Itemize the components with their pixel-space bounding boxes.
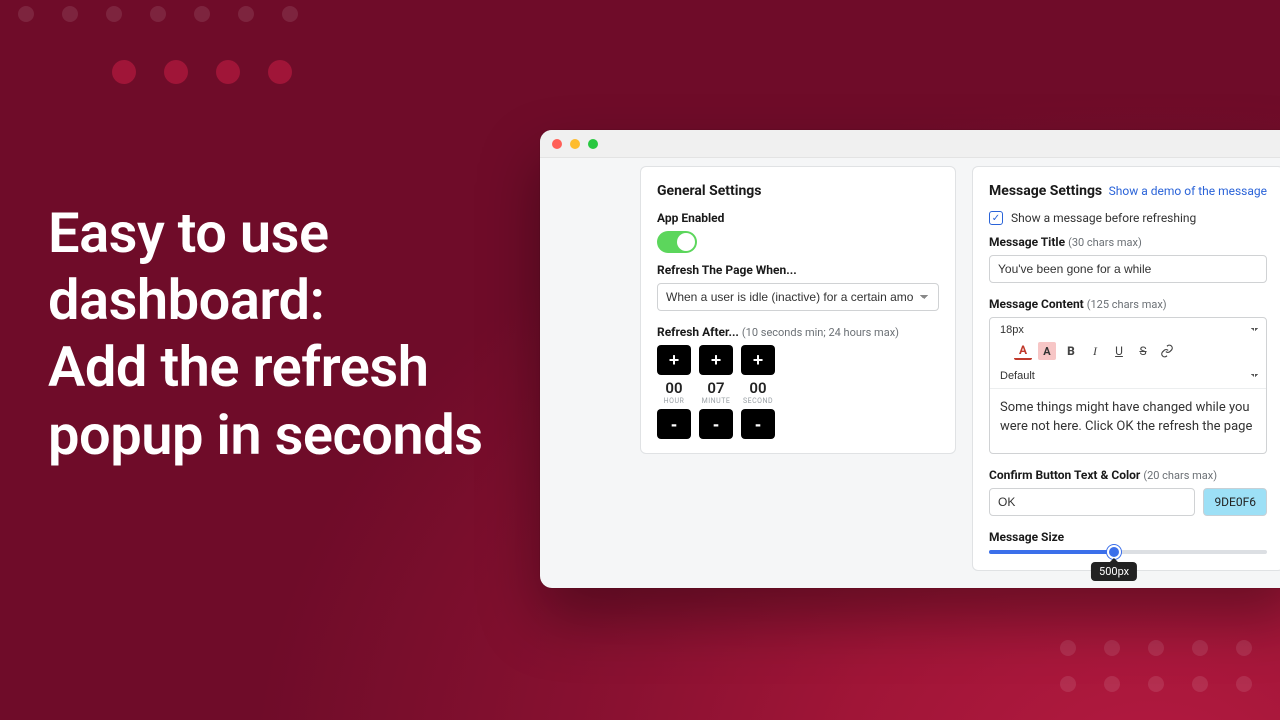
font-size-select[interactable]: 18px bbox=[998, 322, 1258, 338]
refresh-when-select[interactable]: When a user is idle (inactive) for a cer… bbox=[657, 283, 939, 311]
message-content-textarea[interactable]: Some things might have changed while you… bbox=[990, 389, 1266, 453]
second-plus-button[interactable]: + bbox=[741, 345, 775, 375]
app-enabled-toggle[interactable] bbox=[657, 231, 697, 253]
refresh-after-hint: (10 seconds min; 24 hours max) bbox=[742, 326, 899, 339]
second-minus-button[interactable]: - bbox=[741, 409, 775, 439]
time-stepper: + 00 HOUR - + 07 MINUTE - + 00 SECON bbox=[657, 345, 939, 439]
minute-minus-button[interactable]: - bbox=[699, 409, 733, 439]
hour-plus-button[interactable]: + bbox=[657, 345, 691, 375]
show-demo-link[interactable]: Show a demo of the message bbox=[1109, 184, 1267, 198]
minute-plus-button[interactable]: + bbox=[699, 345, 733, 375]
message-title-input[interactable] bbox=[989, 255, 1267, 283]
second-value: 00 bbox=[741, 379, 775, 397]
window-titlebar bbox=[540, 130, 1280, 158]
highlight-color-button[interactable]: A bbox=[1038, 342, 1056, 360]
slider-tooltip: 500px bbox=[1091, 562, 1137, 581]
confirm-text-input[interactable] bbox=[989, 488, 1195, 516]
message-content-label: Message Content (125 chars max) bbox=[989, 297, 1267, 311]
link-button[interactable] bbox=[1158, 342, 1176, 360]
marketing-stage: Easy to use dashboard: Add the refresh p… bbox=[0, 0, 1280, 720]
hour-value: 00 bbox=[657, 379, 691, 397]
editor-toolbar: 18px A A B I U S Default bbox=[990, 318, 1266, 389]
message-size-label: Message Size bbox=[989, 530, 1267, 544]
confirm-button-label: Confirm Button Text & Color (20 chars ma… bbox=[989, 468, 1267, 482]
italic-button[interactable]: I bbox=[1086, 342, 1104, 360]
hour-unit-label: HOUR bbox=[657, 397, 691, 405]
window-zoom-icon[interactable] bbox=[588, 139, 598, 149]
rich-text-editor: 18px A A B I U S Default Som bbox=[989, 317, 1267, 454]
dashboard-content: General Settings App Enabled Refresh The… bbox=[640, 166, 1280, 588]
refresh-when-label: Refresh The Page When... bbox=[657, 263, 939, 277]
check-icon: ✓ bbox=[989, 211, 1003, 225]
message-settings-title: Message Settings bbox=[989, 183, 1102, 199]
window-close-icon[interactable] bbox=[552, 139, 562, 149]
dots-top-left bbox=[18, 6, 298, 42]
show-before-refresh-label: Show a message before refreshing bbox=[1011, 211, 1196, 225]
bold-button[interactable]: B bbox=[1062, 342, 1080, 360]
confirm-color-picker[interactable]: 9DE0F6 bbox=[1203, 488, 1267, 516]
dots-big bbox=[112, 60, 292, 104]
show-before-refresh-checkbox[interactable]: ✓ Show a message before refreshing bbox=[989, 211, 1267, 225]
minute-unit-label: MINUTE bbox=[699, 397, 733, 405]
app-enabled-label: App Enabled bbox=[657, 211, 939, 225]
strikethrough-button[interactable]: S bbox=[1134, 342, 1152, 360]
message-title-label: Message Title (30 chars max) bbox=[989, 235, 1267, 249]
message-size-slider[interactable]: 500px bbox=[989, 550, 1267, 554]
minute-value: 07 bbox=[699, 379, 733, 397]
font-family-select[interactable]: Default bbox=[998, 368, 1258, 384]
text-color-button[interactable]: A bbox=[1014, 342, 1032, 360]
second-unit-label: SECOND bbox=[741, 397, 775, 405]
link-icon bbox=[1160, 344, 1174, 358]
message-settings-panel: Message Settings Show a demo of the mess… bbox=[972, 166, 1280, 571]
refresh-after-label: Refresh After... (10 seconds min; 24 hou… bbox=[657, 325, 939, 339]
hour-minus-button[interactable]: - bbox=[657, 409, 691, 439]
dashboard-window: General Settings App Enabled Refresh The… bbox=[540, 130, 1280, 588]
general-settings-title: General Settings bbox=[657, 183, 762, 199]
tagline-text: Easy to use dashboard: Add the refresh p… bbox=[48, 200, 483, 469]
dots-bottom-right bbox=[1060, 640, 1252, 712]
general-settings-panel: General Settings App Enabled Refresh The… bbox=[640, 166, 956, 454]
underline-button[interactable]: U bbox=[1110, 342, 1128, 360]
window-minimize-icon[interactable] bbox=[570, 139, 580, 149]
